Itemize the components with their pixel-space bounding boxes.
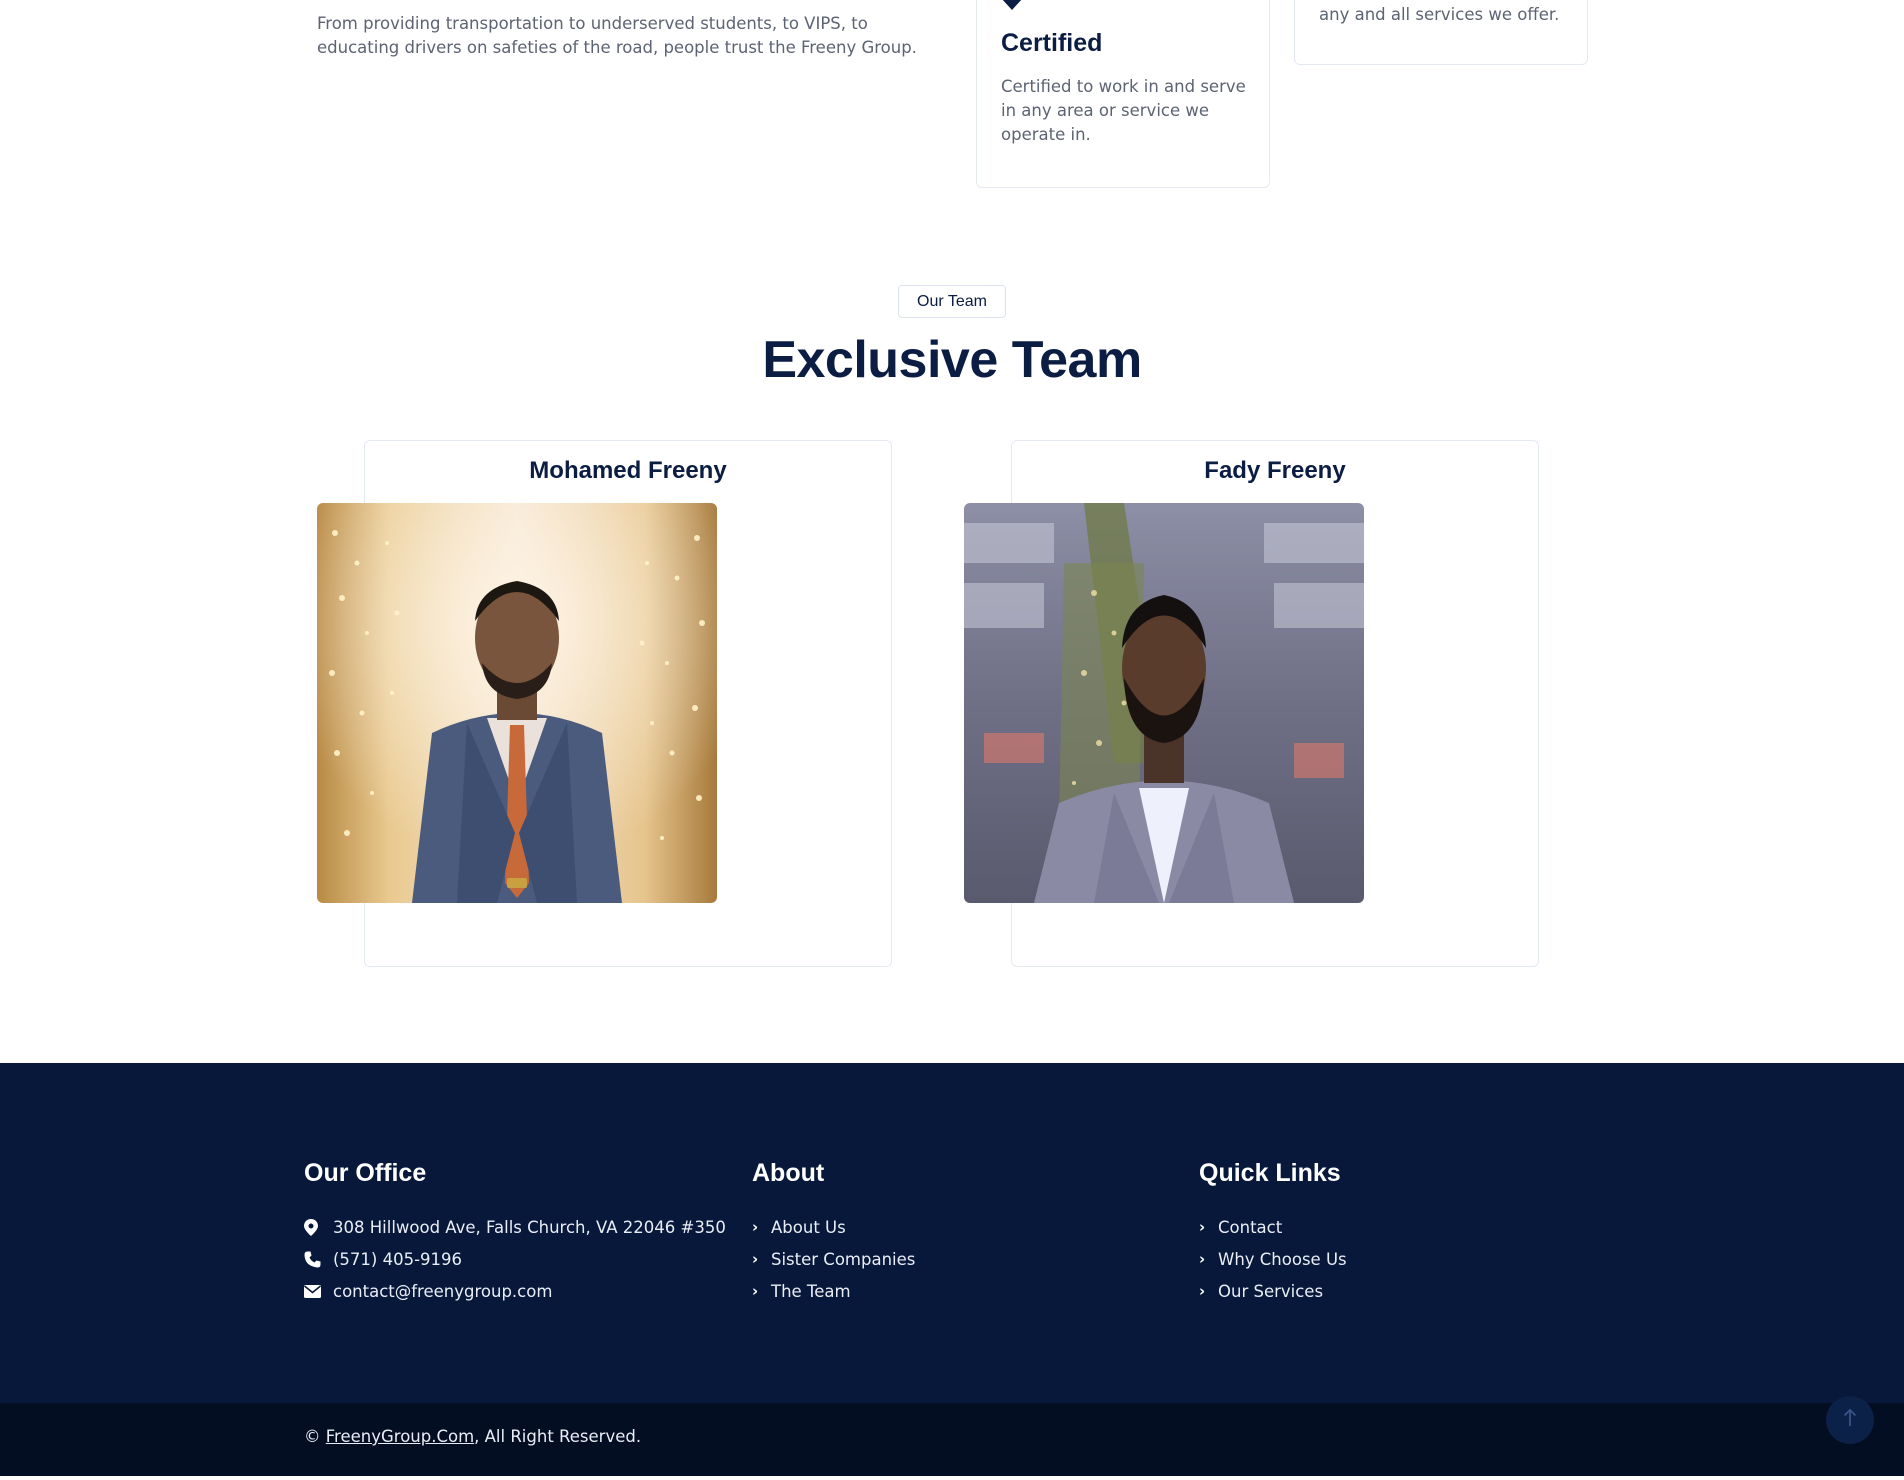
footer-office-title: Our Office [304,1159,427,1187]
copyright-bar: © FreenyGroup.Com, All Right Reserved. [0,1403,1904,1476]
envelope-icon [304,1282,324,1300]
footer-quick-links-title: Quick Links [1199,1159,1341,1187]
office-address-text: 308 Hillwood Ave, Falls Church, VA 22046… [333,1217,726,1237]
back-to-top-button[interactable] [1826,1396,1874,1444]
chevron-right-icon: › [752,1250,759,1268]
footer-link-label[interactable]: About Us [771,1218,846,1237]
footer-link-about-us[interactable]: › About Us [752,1211,915,1243]
footer-office-column: Our Office 308 Hillwood Ave, Falls Churc… [304,1159,726,1307]
footer-about-column: About › About Us › Sister Companies › Th… [752,1159,915,1307]
team-member-name: Fady Freeny [1204,457,1346,484]
feature-card-certified: Certified Certified to work in and serve… [976,0,1270,188]
office-phone-text[interactable]: (571) 405-9196 [333,1250,462,1269]
office-email: contact@freenygroup.com [304,1275,726,1307]
team-member-photo [964,503,1364,903]
footer-link-why-choose-us[interactable]: › Why Choose Us [1199,1243,1347,1275]
footer-link-label[interactable]: The Team [771,1282,851,1301]
footer-about-title: About [752,1159,825,1187]
footer-link-sister-companies[interactable]: › Sister Companies [752,1243,915,1275]
footer-link-label[interactable]: Our Services [1218,1282,1323,1301]
chevron-right-icon: › [752,1218,759,1236]
footer-link-contact[interactable]: › Contact [1199,1211,1347,1243]
site-footer: Our Office 308 Hillwood Ave, Falls Churc… [0,1063,1904,1403]
copyright-suffix: , All Right Reserved. [474,1427,642,1446]
footer-link-label[interactable]: Contact [1218,1218,1282,1237]
certified-icon [1001,0,1023,11]
chevron-right-icon: › [1199,1282,1206,1300]
intro-paragraph: From providing transportation to underse… [317,14,917,57]
section-badge: Our Team [898,285,1006,318]
footer-link-the-team[interactable]: › The Team [752,1275,915,1307]
chevron-right-icon: › [1199,1218,1206,1236]
footer-link-label[interactable]: Why Choose Us [1218,1250,1347,1269]
footer-quick-links-column: Quick Links › Contact › Why Choose Us › … [1199,1159,1347,1307]
office-email-text[interactable]: contact@freenygroup.com [333,1282,552,1301]
office-phone: (571) 405-9196 [304,1243,726,1275]
section-heading: Exclusive Team [762,331,1142,389]
footer-link-label[interactable]: Sister Companies [771,1250,915,1269]
footer-link-our-services[interactable]: › Our Services [1199,1275,1347,1307]
feature-title: Certified [1001,29,1103,57]
copyright-text: © FreenyGroup.Com, All Right Reserved. [304,1427,641,1446]
feature-description: any and all services we offer. [1319,5,1560,24]
map-marker-icon [304,1218,324,1236]
copyright-site-link[interactable]: FreenyGroup.Com [326,1427,474,1446]
team-member-name: Mohamed Freeny [529,457,727,484]
team-member-photo [317,503,717,903]
phone-icon [304,1250,324,1268]
feature-description: Certified to work in and serve in any ar… [1001,77,1246,144]
chevron-right-icon: › [1199,1250,1206,1268]
feature-card-services: any and all services we offer. [1294,0,1588,65]
chevron-right-icon: › [752,1282,759,1300]
copyright-prefix: © [304,1427,326,1446]
office-address: 308 Hillwood Ave, Falls Church, VA 22046… [304,1211,726,1243]
arrow-up-icon [1843,1408,1857,1431]
